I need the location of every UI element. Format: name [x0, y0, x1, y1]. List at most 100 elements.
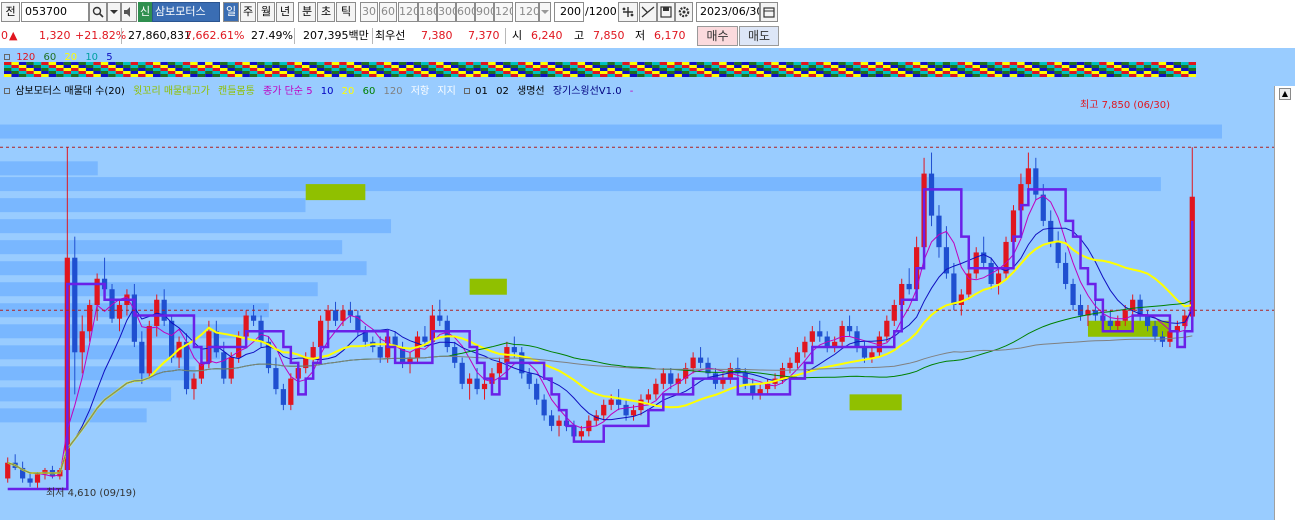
turnover-rate: 27.49%	[251, 29, 293, 42]
price-chart[interactable]: 120 60 20 10 5 삼보모터스 매물대 수(20) 윗꼬리 매물대고가…	[0, 48, 1295, 520]
candle-body	[250, 315, 257, 321]
change-value: 1,320	[39, 29, 71, 42]
candle-body	[578, 431, 584, 437]
tab-second[interactable]: 초	[317, 2, 335, 22]
tab-week[interactable]: 주	[240, 2, 256, 22]
count-input[interactable]: 120	[515, 2, 539, 22]
count-dropdown-icon[interactable]	[539, 2, 551, 22]
strip-cell	[868, 74, 876, 77]
strip-cell	[845, 71, 854, 74]
tab-minute[interactable]: 분	[298, 2, 316, 22]
candle-body	[817, 331, 823, 337]
crosshair-icon[interactable]	[618, 2, 638, 22]
high-annotation: 최고 7,850 (06/30)	[1080, 100, 1171, 111]
strip-cell	[957, 65, 966, 68]
interval-180[interactable]: 180	[418, 2, 437, 22]
speaker-icon[interactable]	[121, 2, 137, 22]
strip-cell	[324, 65, 332, 68]
tab-day[interactable]: 일	[223, 2, 239, 22]
strip-cell	[421, 74, 429, 77]
strip-cell	[801, 71, 809, 74]
draw-tool-icon[interactable]	[639, 2, 657, 22]
candle-body	[690, 357, 696, 369]
interval-600[interactable]: 600	[456, 2, 475, 22]
strip-cell	[272, 71, 280, 74]
strip-cell	[227, 68, 235, 71]
candle-body	[146, 326, 152, 374]
date-input[interactable]: 2023/06/30	[696, 2, 760, 22]
stock-name-field[interactable]: 삼보모터스	[152, 2, 220, 22]
calendar-icon[interactable]	[760, 2, 778, 22]
strip-cell	[130, 62, 139, 65]
interval-120[interactable]: 120	[398, 2, 418, 22]
strip-cell	[830, 62, 839, 65]
strip-cell	[890, 65, 898, 68]
strip-cell	[741, 62, 749, 65]
strip-cell	[488, 74, 496, 77]
strip-cell	[927, 71, 936, 74]
strip-cell	[555, 71, 563, 74]
gear-icon[interactable]	[675, 2, 693, 22]
strip-cell	[443, 71, 451, 74]
strip-cell	[972, 71, 980, 74]
search-icon[interactable]	[89, 2, 107, 22]
strip-cell	[257, 68, 265, 71]
interval-900[interactable]: 900	[475, 2, 494, 22]
candle-body	[861, 347, 868, 358]
sell-button[interactable]: 매도	[739, 26, 779, 46]
strip-cell	[607, 74, 615, 77]
strip-cell	[503, 74, 511, 77]
tab-month[interactable]: 월	[257, 2, 275, 22]
interval-1200[interactable]: 1200	[494, 2, 513, 22]
interval-300[interactable]: 300	[437, 2, 456, 22]
display-count-input[interactable]: 200	[554, 2, 584, 22]
candle-body	[183, 341, 190, 390]
strip-cell	[451, 62, 459, 65]
profile-bar	[0, 240, 343, 255]
strip-cell	[927, 65, 936, 68]
axis-scroll-icon[interactable]: ▲	[1279, 88, 1291, 100]
strip-cell	[33, 65, 42, 68]
legend-upper-shadow: 윗꼬리 매물대고가	[133, 86, 210, 97]
strip-cell	[264, 62, 273, 65]
candle-body	[586, 420, 592, 432]
strip-cell	[875, 65, 884, 68]
strip-cell	[1114, 74, 1122, 77]
tab-tick[interactable]: 틱	[336, 2, 356, 22]
candle-body	[891, 305, 897, 321]
strip-cell	[339, 71, 347, 74]
save-icon[interactable]	[657, 2, 675, 22]
strip-cell	[316, 62, 325, 65]
candle-body	[779, 368, 786, 379]
strip-cell	[734, 71, 742, 74]
strip-cell	[1039, 68, 1047, 71]
chevron-down-icon[interactable]	[107, 2, 121, 22]
strip-cell	[302, 65, 310, 68]
strip-cell	[56, 74, 64, 77]
strip-cell	[115, 68, 124, 71]
interval-30[interactable]: 30	[360, 2, 378, 22]
strip-cell	[1166, 62, 1174, 65]
tab-year[interactable]: 년	[276, 2, 294, 22]
strip-cell	[525, 65, 533, 68]
stock-code-input[interactable]: 053700	[21, 2, 89, 22]
strip-cell	[637, 62, 645, 65]
interval-60[interactable]: 60	[379, 2, 397, 22]
strip-cell	[763, 71, 772, 74]
strip-cell	[987, 71, 995, 74]
candle-body	[27, 478, 33, 483]
strip-cell	[883, 68, 891, 71]
strip-cell	[830, 71, 839, 74]
strip-cell	[272, 62, 280, 65]
chart-canvas[interactable]	[0, 48, 1295, 520]
prev-button[interactable]: 전	[1, 2, 20, 22]
strip-cell	[704, 68, 712, 71]
strip-cell	[234, 74, 243, 77]
strip-cell	[4, 68, 12, 71]
buy-button[interactable]: 매수	[697, 26, 738, 46]
price-axis[interactable]	[1274, 86, 1295, 520]
strip-cell	[607, 65, 615, 68]
strip-cell	[443, 62, 451, 65]
strip-cell	[540, 71, 548, 74]
strip-cell	[1069, 74, 1077, 77]
